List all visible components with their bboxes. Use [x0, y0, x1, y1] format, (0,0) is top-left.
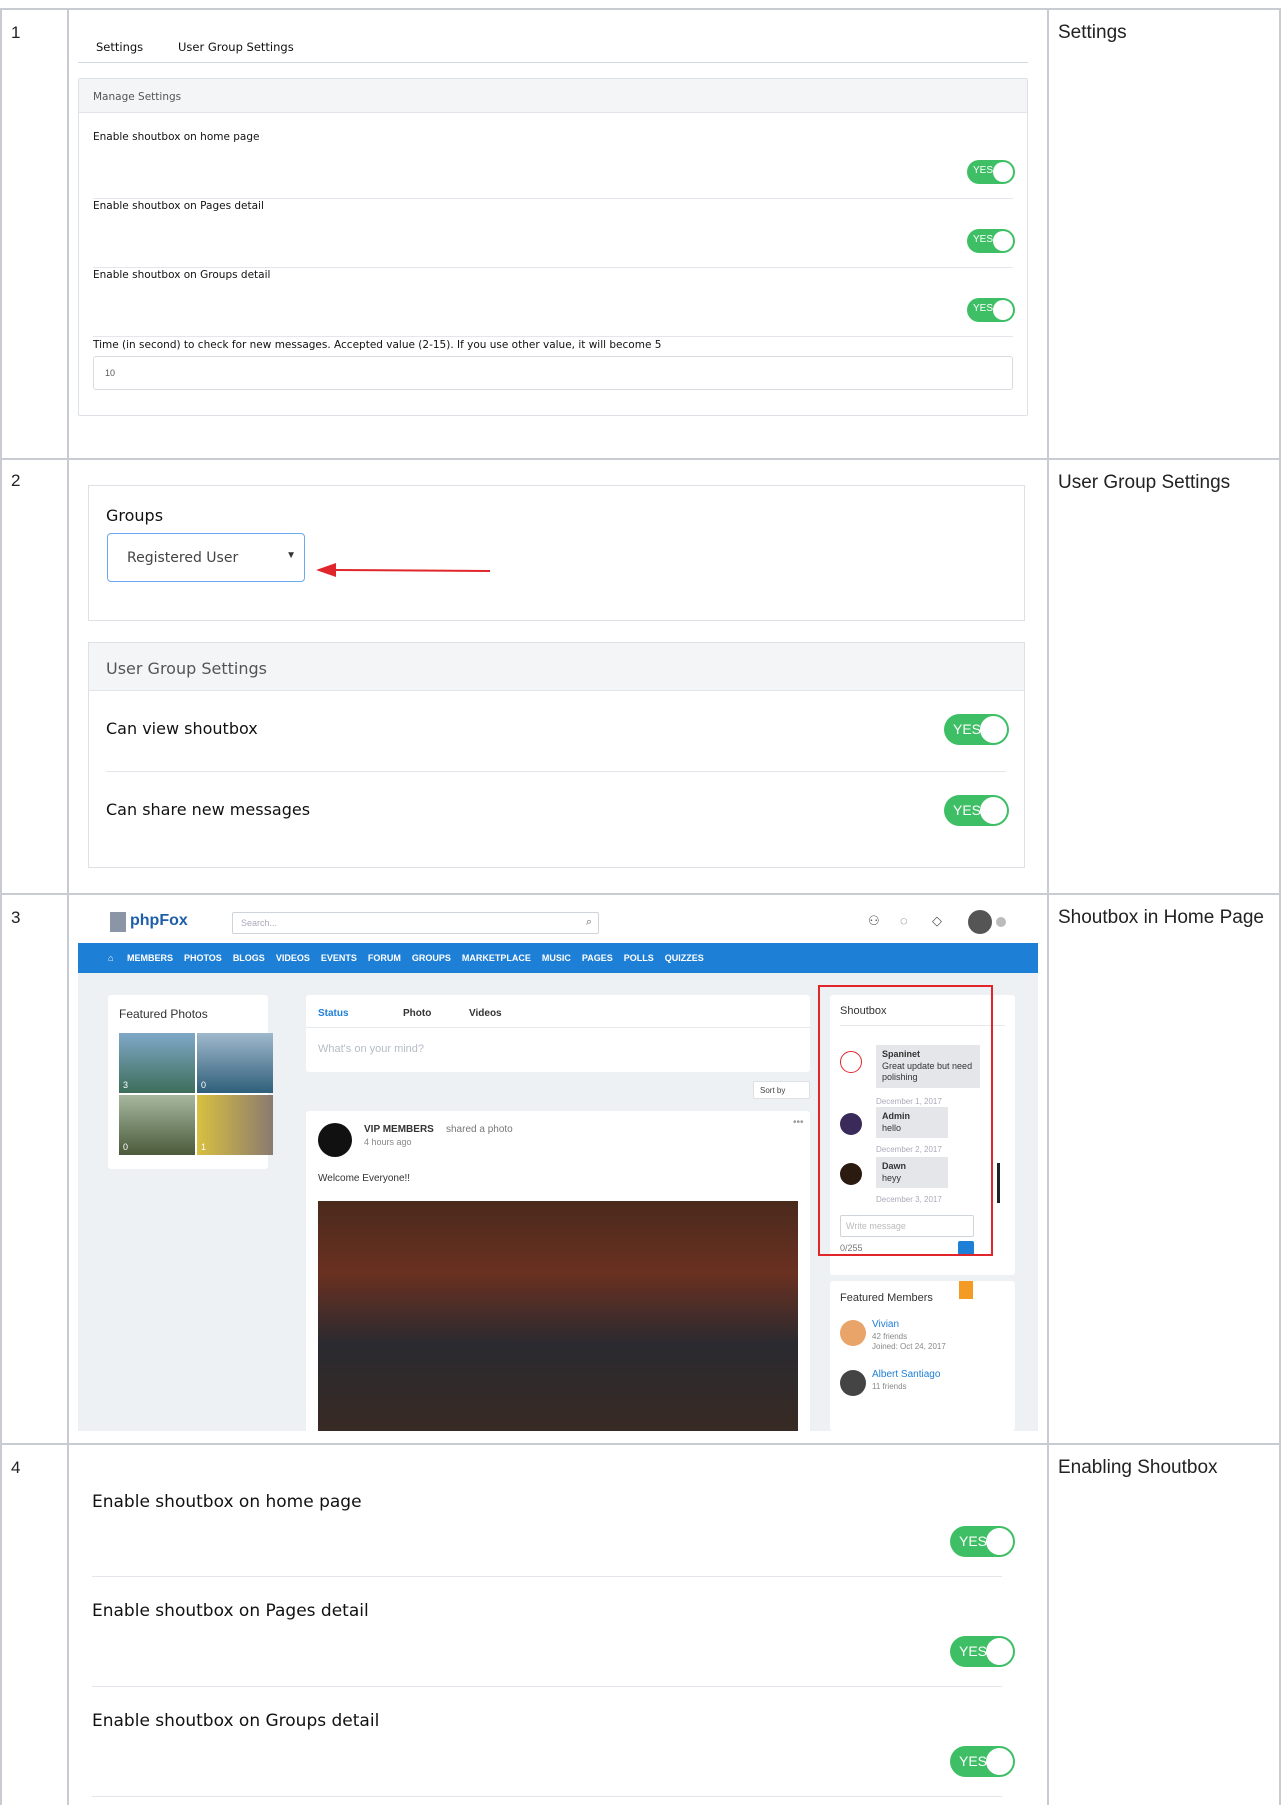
groups-detail-toggle[interactable]: YES	[967, 298, 1015, 322]
row-number: 3	[11, 908, 21, 927]
bell-icon[interactable]: ◇	[932, 913, 942, 929]
nav-item[interactable]: PAGES	[582, 953, 613, 963]
friends-icon[interactable]: ⚇	[868, 913, 880, 929]
row-caption: Settings	[1058, 22, 1127, 43]
time-interval-input[interactable]: 10	[93, 356, 1013, 390]
photo-thumb[interactable]: 1	[197, 1095, 273, 1155]
chevron-down-icon: ▼	[286, 550, 296, 561]
nav-item[interactable]: VIDEOS	[276, 953, 310, 963]
post-action: shared a photo	[446, 1124, 513, 1135]
avatar[interactable]	[840, 1370, 866, 1396]
can-view-toggle[interactable]: YES	[944, 714, 1009, 745]
feed-post: VIP MEMBERS shared a photo 4 hours ago •…	[306, 1111, 810, 1431]
pages-detail-toggle[interactable]: YES	[950, 1636, 1015, 1667]
nav-item[interactable]: MUSIC	[542, 953, 571, 963]
chat-icon[interactable]: ◌	[900, 913, 908, 928]
pages-detail-toggle[interactable]: YES	[967, 229, 1015, 253]
screenshot-enabling-shoutbox: Enable shoutbox on home page YES Enable …	[78, 1455, 1038, 1805]
nav-item[interactable]: FORUM	[368, 953, 401, 963]
nav-item[interactable]: MARKETPLACE	[462, 953, 531, 963]
member-joined: Joined: Oct 24, 2017	[872, 1342, 946, 1351]
member-name[interactable]: Vivian	[872, 1319, 899, 1330]
member-friends: 42 friends	[872, 1332, 908, 1341]
nav-item[interactable]: BLOGS	[233, 953, 265, 963]
setting-label: Enable shoutbox on Pages detail	[93, 200, 264, 212]
featured-photos-widget: Featured Photos 3 0 0 1	[108, 995, 273, 1169]
widget-title: Featured Photos	[119, 1007, 208, 1021]
row-number: 2	[11, 471, 21, 490]
user-group-settings-panel: User Group Settings Can view shoutbox YE…	[88, 642, 1025, 868]
status-input[interactable]: What's on your mind?	[318, 1043, 424, 1055]
nav-item[interactable]: POLLS	[624, 953, 654, 963]
logo-icon	[110, 912, 126, 932]
screenshot-home-page: phpFox Search... ⌕ ⚇ ◌ ◇ ⌂ MEMBERS PHOTOS…	[78, 903, 1038, 1431]
nav-item[interactable]: EVENTS	[321, 953, 357, 963]
scrollbar[interactable]	[997, 1163, 1000, 1203]
setting-label: Can share new messages	[106, 800, 311, 819]
setting-label: Enable shoutbox on Pages detail	[92, 1601, 369, 1621]
post-author[interactable]: VIP MEMBERS	[364, 1124, 434, 1135]
status-composer: Status Photo Videos What's on your mind?	[306, 995, 810, 1072]
screenshot-settings: Settings User Group Settings Manage Sett…	[78, 28, 1028, 423]
groups-detail-toggle[interactable]: YES	[950, 1746, 1015, 1777]
member-name[interactable]: Albert Santiago	[872, 1369, 940, 1380]
home-page-toggle[interactable]: YES	[950, 1526, 1015, 1557]
time-interval-label: Time (in second) to check for new messag…	[93, 339, 662, 351]
setting-label: Enable shoutbox on Groups detail	[93, 269, 271, 281]
photo-thumb[interactable]: 0	[197, 1033, 273, 1093]
row-number: 1	[11, 23, 21, 42]
nav-item[interactable]: QUIZZES	[665, 953, 704, 963]
screenshot-user-group-settings: Groups Registered User ▼ User Group Sett…	[78, 470, 1028, 880]
highlight-box	[818, 985, 993, 1256]
tab-settings[interactable]: Settings	[96, 40, 143, 54]
sort-dropdown[interactable]: Sort by	[753, 1081, 810, 1099]
post-image[interactable]	[318, 1201, 798, 1431]
setting-label: Enable shoutbox on home page	[92, 1492, 362, 1512]
post-text: Welcome Everyone!!	[318, 1173, 411, 1184]
can-share-toggle[interactable]: YES	[944, 795, 1009, 826]
row-caption: User Group Settings	[1058, 472, 1231, 493]
row-caption: Shoutbox in Home Page	[1058, 907, 1264, 928]
post-time: 4 hours ago	[364, 1137, 412, 1147]
search-input[interactable]: Search... ⌕	[232, 912, 599, 934]
nav-item[interactable]: MEMBERS	[127, 953, 173, 963]
setting-label: Enable shoutbox on Groups detail	[92, 1711, 380, 1731]
avatar[interactable]	[968, 910, 992, 934]
avatar[interactable]	[840, 1320, 866, 1346]
search-icon: ⌕	[585, 916, 592, 928]
tab-user-group-settings[interactable]: User Group Settings	[178, 40, 294, 54]
photo-thumb[interactable]: 3	[119, 1033, 195, 1093]
setting-label: Enable shoutbox on home page	[93, 131, 260, 143]
badge-icon	[959, 1281, 973, 1299]
setting-label: Can view shoutbox	[106, 719, 258, 738]
panel-title: User Group Settings	[106, 659, 267, 678]
arrow-annotation	[316, 563, 491, 577]
steps-table: 1 Settings 2 User Group Settings 3 Shout…	[0, 0, 1281, 1805]
avatar[interactable]	[318, 1123, 352, 1157]
widget-title: Featured Members	[840, 1292, 933, 1304]
home-icon[interactable]: ⌂	[108, 953, 113, 963]
tab-status[interactable]: Status	[318, 1008, 349, 1019]
main-nav: ⌂ MEMBERS PHOTOS BLOGS VIDEOS EVENTS FORUM GRO…	[78, 943, 1038, 973]
nav-item[interactable]: GROUPS	[412, 953, 451, 963]
featured-members-widget: Featured Members Vivian 42 friends Joine…	[830, 1281, 1015, 1431]
top-bar: phpFox Search... ⌕ ⚇ ◌ ◇	[78, 903, 1038, 943]
more-icon[interactable]: •••	[793, 1117, 804, 1128]
groups-label: Groups	[106, 506, 164, 525]
tab-videos[interactable]: Videos	[469, 1008, 502, 1019]
manage-settings-panel: Manage Settings Enable shoutbox on home …	[78, 78, 1028, 416]
tab-photo[interactable]: Photo	[403, 1008, 431, 1019]
photo-thumb[interactable]: 0	[119, 1095, 195, 1155]
row-caption: Enabling Shoutbox	[1058, 1457, 1218, 1478]
brand: phpFox	[130, 912, 188, 929]
row-number: 4	[11, 1458, 21, 1477]
group-select[interactable]: Registered User ▼	[107, 533, 305, 582]
panel-title: Manage Settings	[93, 91, 182, 103]
nav-item[interactable]: PHOTOS	[184, 953, 222, 963]
groups-panel: Groups Registered User ▼	[88, 485, 1025, 621]
member-friends: 11 friends	[872, 1382, 907, 1391]
home-page-toggle[interactable]: YES	[967, 160, 1015, 184]
chevron-down-icon[interactable]	[996, 917, 1006, 927]
